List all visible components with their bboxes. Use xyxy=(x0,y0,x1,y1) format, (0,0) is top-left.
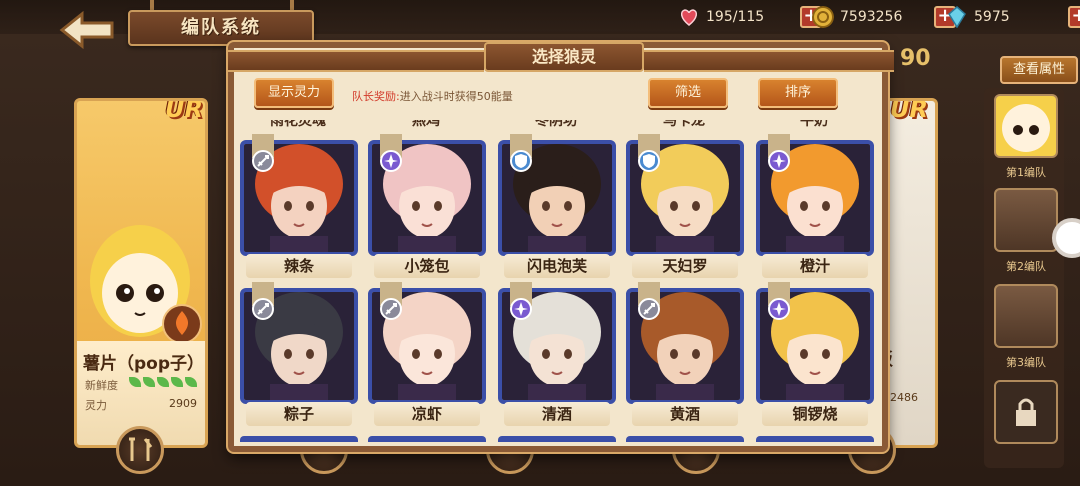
sword-class-icon xyxy=(252,150,274,172)
character-card[interactable]: 辣条 xyxy=(240,134,358,280)
character-name: 凉虾 xyxy=(374,402,480,426)
resource-crystals: 5975 + xyxy=(946,4,1080,30)
resource-stamina: 195/115 + xyxy=(678,4,822,30)
character-grid: 雨花灵魂 燕鸡 冬阴功 马卡龙 牛奶 辣条 小笼包 闪电泡芙 天妇罗 橙汁粽子 凉虾 清酒黄… xyxy=(240,120,880,442)
magic-class-icon xyxy=(768,150,790,172)
shield-class-icon xyxy=(638,150,660,172)
title-bar-left xyxy=(228,50,484,72)
partial-row-names: 雨花灵魂 燕鸡 冬阴功 马卡龙 牛奶 xyxy=(240,120,880,130)
character-name: 橙汁 xyxy=(762,254,868,278)
team-member-card-left[interactable]: UR 薯片（pop子） 新鲜度 灵力 2909 xyxy=(74,98,208,448)
show-power-button[interactable]: 显示灵力 xyxy=(254,78,334,108)
team-1-slot[interactable] xyxy=(994,94,1058,158)
partial-name: 冬阴功 xyxy=(535,120,577,129)
leader-reward-text: 队长奖励:进入战斗时获得50能量 xyxy=(352,88,513,104)
select-wolf-spirit-dialog: 选择狼灵 显示灵力 队长奖励:进入战斗时获得50能量 筛选 排序 雨花灵魂 燕鸡… xyxy=(228,42,894,452)
coins-value: 7593256 xyxy=(840,9,903,25)
back-arrow-icon xyxy=(59,10,114,50)
sword-class-icon xyxy=(638,298,660,320)
lock-icon xyxy=(1016,398,1036,426)
team-1-label: 第1编队 xyxy=(1006,166,1046,179)
character-card[interactable]: 橙汁 xyxy=(756,134,874,280)
character-card[interactable]: 黄酒 xyxy=(626,282,744,428)
partial-name: 马卡龙 xyxy=(663,120,705,129)
partial-name: 燕鸡 xyxy=(412,120,440,129)
character-card[interactable]: 小笼包 xyxy=(368,134,486,280)
reward-value: 进入战斗时获得50能量 xyxy=(399,90,513,103)
character-name: 黄酒 xyxy=(632,402,738,426)
background-number: 90 xyxy=(900,46,931,71)
character-name: 粽子 xyxy=(246,402,352,426)
sword-class-icon xyxy=(252,298,274,320)
character-name: 闪电泡芙 xyxy=(504,254,610,278)
character-card[interactable]: 粽子 xyxy=(240,282,358,428)
stamina-value: 195/115 xyxy=(706,9,765,25)
freshness-label: 新鲜度 xyxy=(85,379,118,392)
crystals-value: 5975 xyxy=(974,9,1010,25)
partial-name: 雨花灵魂 xyxy=(270,120,326,129)
heart-icon xyxy=(680,9,698,26)
fire-skill-icon xyxy=(162,304,202,344)
team-leader-avatar xyxy=(1002,104,1050,152)
team-4-slot-locked[interactable] xyxy=(994,380,1058,444)
character-name: 天妇罗 xyxy=(632,254,738,278)
power-row: 灵力 2909 xyxy=(81,395,203,413)
power-label: 灵力 xyxy=(85,399,107,412)
rarity-label: UR xyxy=(165,98,203,123)
magic-class-icon xyxy=(380,150,402,172)
view-attributes-button[interactable]: 查看属性 xyxy=(1000,56,1078,84)
character-card[interactable]: 凉虾 xyxy=(368,282,486,428)
back-button[interactable] xyxy=(58,10,116,50)
partial-name: 牛奶 xyxy=(800,120,828,129)
character-name: 清酒 xyxy=(504,402,610,426)
team-selector-panel: 第1编队 第2编队 第3编队 xyxy=(984,88,1064,468)
character-card[interactable]: 天妇罗 xyxy=(626,134,744,280)
character-card[interactable]: 铜锣烧 xyxy=(756,282,874,428)
character-name: 薯片（pop子） xyxy=(83,354,205,374)
dialog-title: 选择狼灵 xyxy=(484,42,644,72)
freshness-row: 新鲜度 xyxy=(81,375,203,393)
next-row-preview xyxy=(240,436,880,442)
filter-button[interactable]: 筛选 xyxy=(648,78,728,108)
page-title-plank: 编队系统 xyxy=(128,10,314,46)
team-2-label: 第2编队 xyxy=(1006,260,1046,273)
character-name: 辣条 xyxy=(246,254,352,278)
rarity-label: UR xyxy=(890,98,928,123)
reward-key: 队长奖励: xyxy=(352,90,400,103)
add-crystals-button[interactable]: + xyxy=(1068,6,1080,28)
sword-class-icon xyxy=(380,298,402,320)
character-card[interactable]: 闪电泡芙 xyxy=(498,134,616,280)
page-title: 编队系统 xyxy=(181,17,261,38)
crystal-icon xyxy=(948,6,966,28)
magic-class-icon xyxy=(510,298,532,320)
team-3-label: 第3编队 xyxy=(1006,356,1046,369)
character-name: 小笼包 xyxy=(374,254,480,278)
power-value: 2909 xyxy=(169,397,197,410)
power-value: 2486 xyxy=(890,391,918,404)
character-card[interactable]: 清酒 xyxy=(498,282,616,428)
team-3-slot[interactable] xyxy=(994,284,1058,348)
team-2-slot[interactable] xyxy=(994,188,1058,252)
title-bar-right xyxy=(644,50,894,72)
coin-icon xyxy=(812,6,834,28)
shield-class-icon xyxy=(510,150,532,172)
sort-button[interactable]: 排序 xyxy=(758,78,838,108)
character-name: 铜锣烧 xyxy=(762,402,868,426)
freshness-leaves xyxy=(127,377,197,390)
magic-class-icon xyxy=(768,298,790,320)
food-icon[interactable] xyxy=(116,426,164,474)
resource-coins: 7593256 + xyxy=(812,4,956,30)
